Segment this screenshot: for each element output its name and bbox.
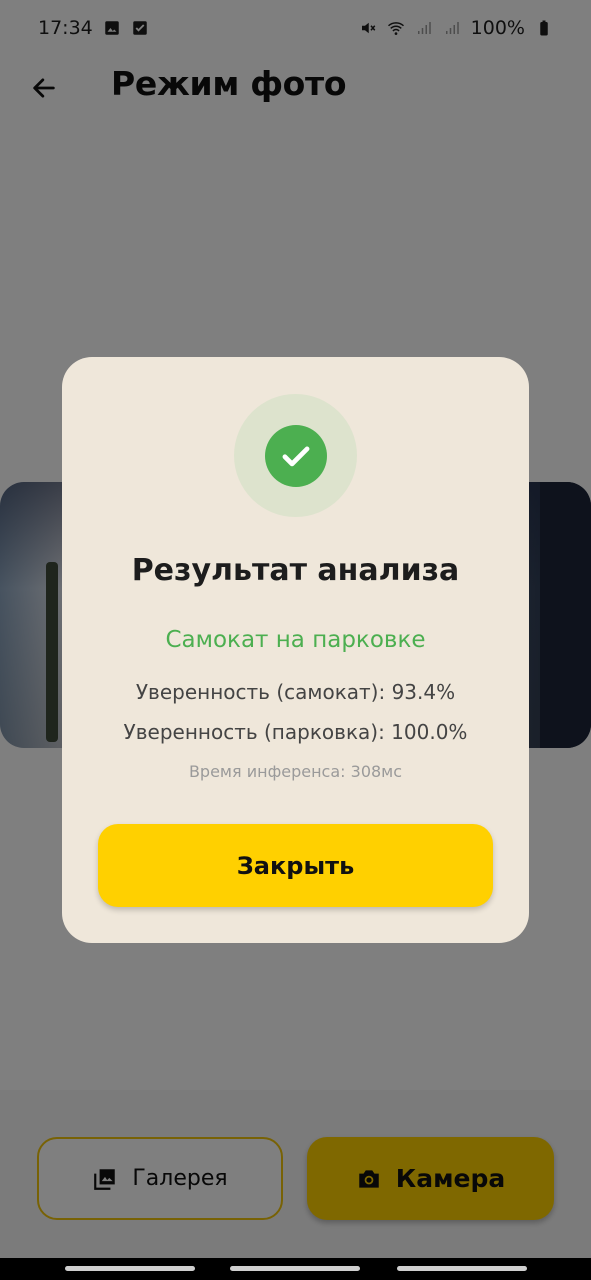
inference-time: Время инференса: 308мс [188,762,403,781]
dialog-title: Результат анализа [131,553,460,588]
nav-handle[interactable] [65,1266,195,1271]
result-dialog: Результат анализа Самокат на парковке Ув… [62,357,529,943]
close-button[interactable]: Закрыть [98,824,493,907]
success-badge [234,394,357,517]
confidence-scooter: Уверенность (самокат): 93.4% [135,680,456,704]
nav-handle[interactable] [397,1266,527,1271]
result-label: Самокат на парковке [165,627,426,653]
system-nav-bar [0,1258,591,1280]
confidence-parking: Уверенность (парковка): 100.0% [123,720,468,744]
nav-handle[interactable] [230,1266,360,1271]
check-circle-icon [264,424,327,487]
